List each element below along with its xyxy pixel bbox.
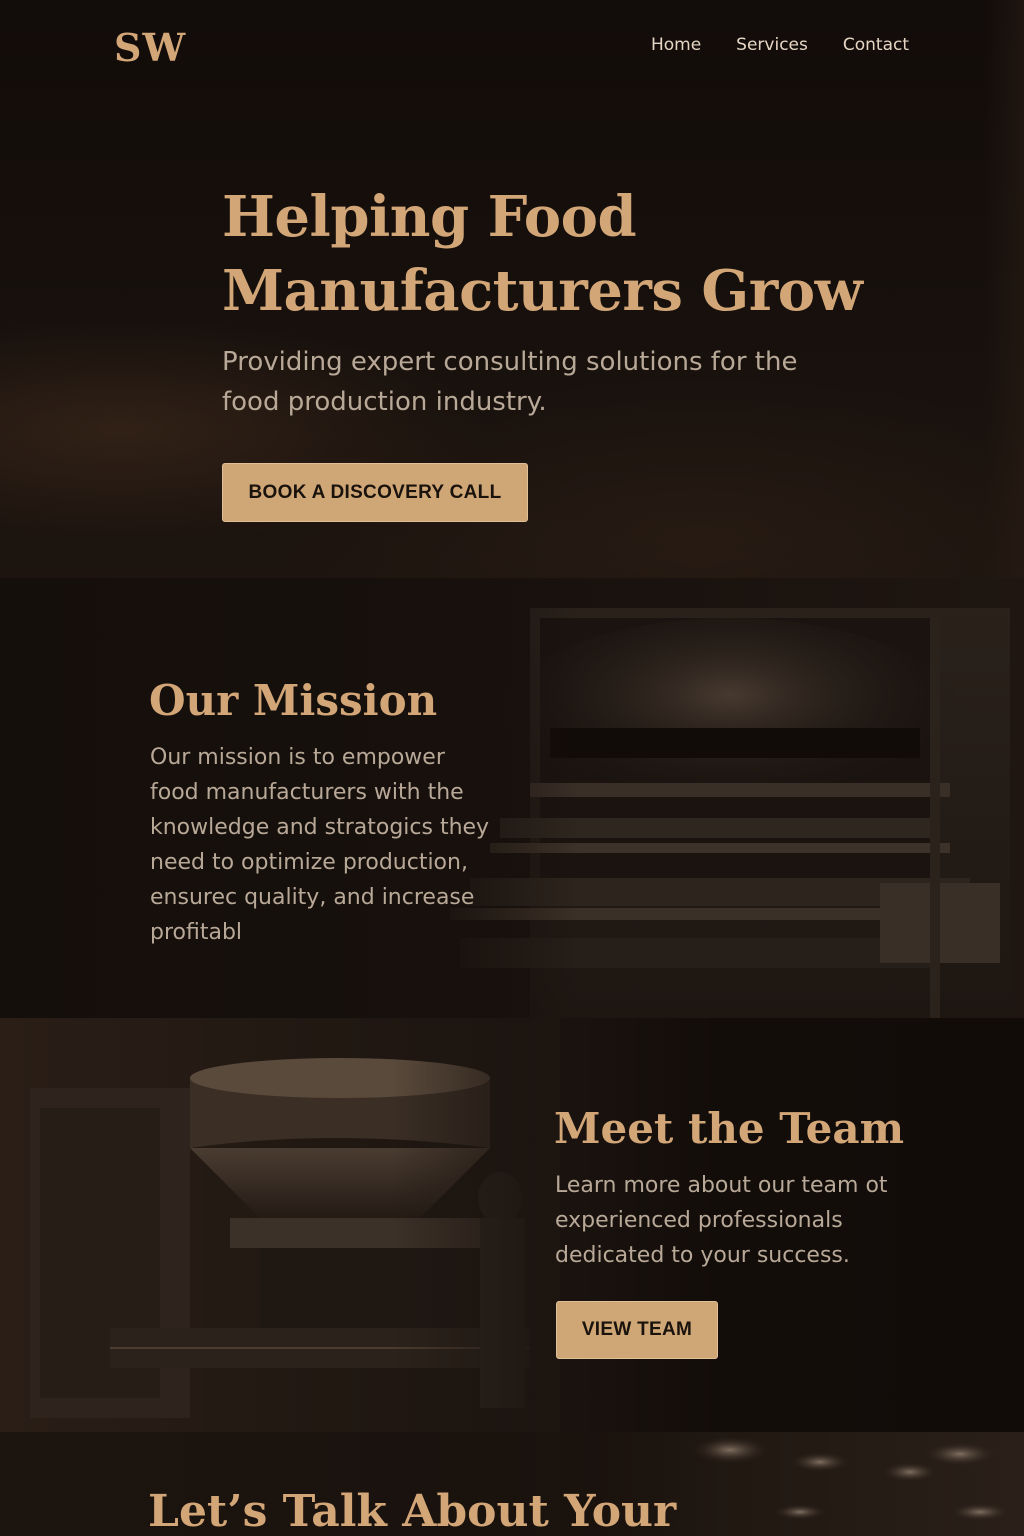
logo[interactable]: SW bbox=[114, 26, 186, 70]
nav-contact[interactable]: Contact bbox=[843, 34, 909, 56]
mixer-machine-image bbox=[0, 1018, 560, 1432]
mission-body: Our mission is to empower food manufactu… bbox=[150, 745, 490, 945]
mission-section: Our Mission Our mission is to empower fo… bbox=[0, 578, 1024, 1018]
team-section: Meet the Team Learn more about our team … bbox=[0, 1018, 1024, 1432]
nav-services[interactable]: Services bbox=[736, 34, 808, 56]
site-header: SW Home Services Contact bbox=[0, 0, 1024, 96]
hero-title: Helping Food Manufacturers Grow bbox=[222, 180, 922, 328]
hero-title-line1: Helping Food bbox=[222, 184, 637, 250]
book-discovery-call-button[interactable]: BOOK A DISCOVERY CALL bbox=[222, 463, 528, 522]
contact-title: Let’s Talk About Your bbox=[148, 1486, 677, 1536]
main-nav: Home Services Contact bbox=[651, 34, 909, 56]
industrial-oven-image bbox=[430, 578, 1024, 1018]
team-title: Meet the Team bbox=[554, 1104, 905, 1153]
contact-section: Let’s Talk About Your bbox=[0, 1432, 1024, 1536]
mission-title: Our Mission bbox=[149, 676, 438, 725]
view-team-button[interactable]: VIEW TEAM bbox=[556, 1301, 718, 1359]
team-body: Learn more about our team ot experienced… bbox=[555, 1173, 888, 1268]
nav-home[interactable]: Home bbox=[651, 34, 701, 56]
hero-title-line2: Manufacturers Grow bbox=[222, 258, 863, 324]
page: Helping Food Manufacturers Grow Providin… bbox=[0, 0, 1024, 1536]
hero-subtitle: Providing expert consulting solutions fo… bbox=[222, 347, 798, 417]
